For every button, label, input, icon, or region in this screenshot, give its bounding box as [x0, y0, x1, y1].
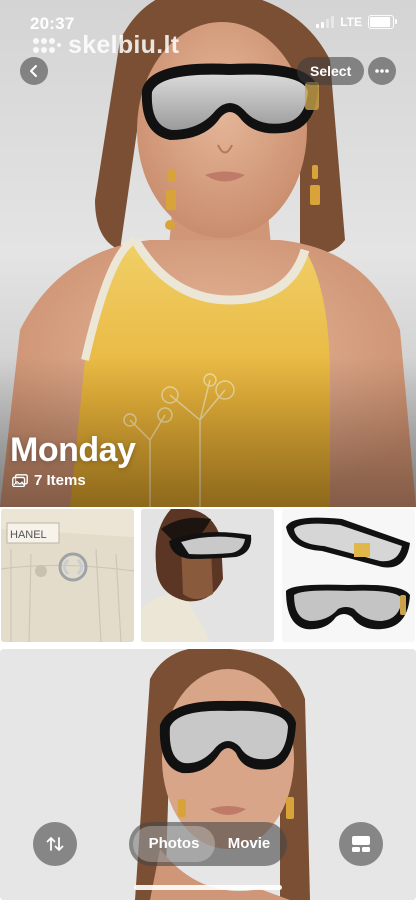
album-screen: 20:37 LTE skelbiu.lt Select Monday 7 Ite…	[0, 0, 416, 900]
jeans-brooch-image: HANEL	[1, 509, 134, 642]
album-count-label: 7 Items	[34, 472, 86, 489]
sort-button[interactable]	[33, 822, 77, 866]
watermark-text: skelbiu.lt	[68, 31, 180, 59]
profile-sunglasses-image	[141, 509, 274, 642]
signal-icon	[316, 16, 335, 28]
select-button[interactable]: Select	[297, 57, 365, 85]
thumb-jeans-brooch[interactable]: HANEL	[1, 509, 134, 642]
home-indicator[interactable]	[134, 885, 282, 890]
status-indicators: LTE	[316, 15, 397, 29]
layout-button[interactable]	[339, 822, 383, 866]
sunglasses-product-image	[282, 509, 415, 642]
tab-movie[interactable]: Movie	[215, 826, 283, 862]
grid-layout-icon	[352, 836, 370, 852]
view-mode-toggle: Photos Movie	[129, 822, 287, 866]
ellipsis-icon	[375, 69, 389, 73]
more-button[interactable]	[368, 57, 396, 85]
watermark: skelbiu.lt	[32, 31, 179, 60]
battery-icon	[368, 15, 397, 29]
chevron-left-icon	[30, 65, 37, 77]
thumb-profile-sunglasses[interactable]	[141, 509, 274, 642]
label-text: HANEL	[10, 529, 47, 541]
album-title: Monday	[10, 431, 136, 469]
back-button[interactable]	[20, 57, 48, 85]
album-count: 7 Items	[12, 472, 86, 489]
network-type: LTE	[340, 15, 362, 29]
photo-stack-icon	[12, 474, 28, 487]
tab-photos[interactable]: Photos	[133, 826, 215, 862]
sort-arrows-icon	[46, 837, 64, 851]
battery-level	[370, 17, 390, 27]
thumb-sunglasses-product[interactable]	[282, 509, 415, 642]
watermark-dots-icon	[33, 37, 61, 53]
